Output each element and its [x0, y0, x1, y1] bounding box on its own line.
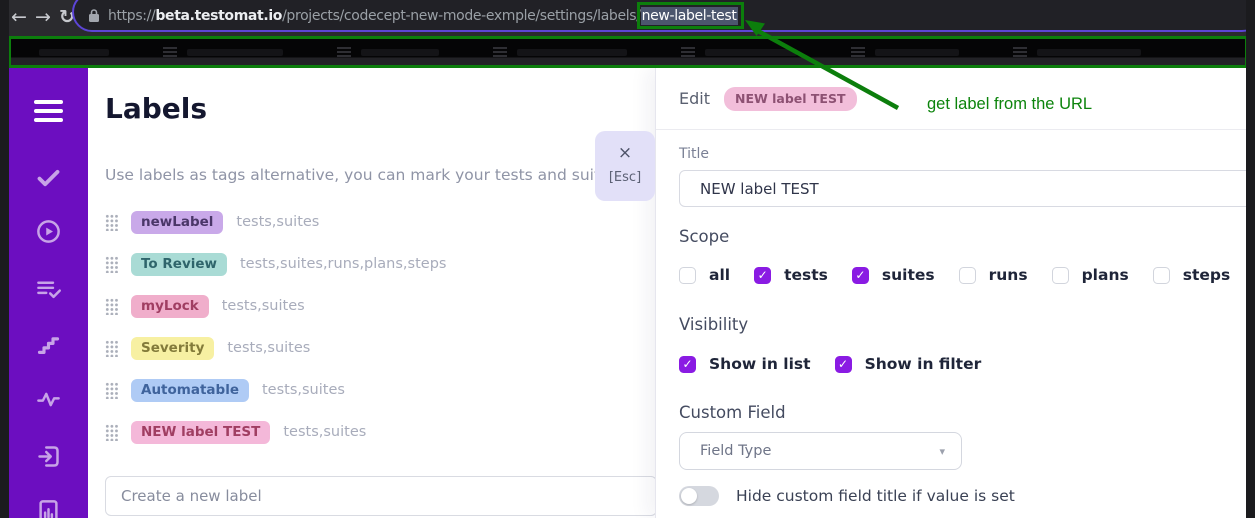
label-scope: tests,suites	[262, 382, 345, 398]
list-check-icon[interactable]	[35, 276, 62, 303]
visibility-checkbox-row: Show in list Show in filter	[679, 355, 981, 373]
checkbox-icon[interactable]	[835, 356, 852, 373]
label-list: newLabel tests,suites To Review tests,su…	[105, 210, 446, 462]
checkbox-label: all	[709, 266, 730, 284]
scope-checkbox-steps[interactable]: steps	[1153, 266, 1230, 284]
scope-section-label: Scope	[679, 227, 729, 246]
title-input[interactable]	[679, 170, 1254, 207]
label-row: To Review tests,suites,runs,plans,steps	[105, 252, 446, 276]
label-badge[interactable]: Automatable	[131, 379, 249, 402]
field-type-value: Field Type	[700, 443, 939, 459]
page-title: Labels	[105, 92, 207, 125]
label-badge[interactable]: newLabel	[131, 211, 223, 234]
checkbox-label: Show in filter	[865, 355, 982, 373]
label-row: Severity tests,suites	[105, 336, 446, 360]
url-separator: /	[636, 8, 640, 24]
url-scheme: https://	[108, 8, 155, 24]
checkbox-icon[interactable]	[679, 267, 696, 284]
app-sidebar	[8, 68, 88, 518]
label-row: myLock tests,suites	[105, 294, 446, 318]
play-circle-icon[interactable]	[35, 218, 62, 245]
label-row: Automatable tests,suites	[105, 378, 446, 402]
bar-chart-icon[interactable]	[35, 498, 62, 518]
label-scope: tests,suites,runs,plans,steps	[240, 256, 446, 272]
toggle-label: Hide custom field title if value is set	[736, 487, 1015, 505]
scope-checkbox-all[interactable]: all	[679, 266, 730, 284]
create-label-input[interactable]	[105, 476, 657, 516]
label-badge[interactable]: myLock	[131, 295, 209, 318]
label-scope: tests,suites	[227, 340, 310, 356]
label-badge[interactable]: Severity	[131, 337, 214, 360]
scope-checkbox-runs[interactable]: runs	[959, 266, 1028, 284]
browser-toolbar: ← → ↻ https://beta.testomat.io/projects/…	[0, 0, 1255, 36]
menu-icon[interactable]	[34, 100, 63, 127]
drag-handle-icon[interactable]	[105, 382, 118, 399]
check-icon[interactable]	[35, 164, 62, 191]
checkbox-icon[interactable]	[1153, 267, 1170, 284]
panel-heading: Edit	[679, 89, 710, 108]
scope-checkbox-suites[interactable]: suites	[852, 266, 935, 284]
visibility-section-label: Visibility	[679, 315, 748, 334]
edit-label-badge: NEW label TEST	[724, 87, 857, 111]
chevron-down-icon: ▾	[939, 445, 945, 458]
forward-icon[interactable]: →	[30, 4, 56, 30]
checkbox-label: tests	[784, 266, 828, 284]
drag-handle-icon[interactable]	[105, 298, 118, 315]
window-edge-right	[1246, 0, 1255, 518]
drag-handle-icon[interactable]	[105, 424, 118, 441]
lock-icon	[88, 8, 100, 23]
back-icon[interactable]: ←	[6, 4, 32, 30]
labels-page: Labels Use labels as tags alternative, y…	[88, 68, 655, 518]
close-drawer-button[interactable]: × [Esc]	[595, 131, 655, 201]
checkbox-label: steps	[1183, 266, 1230, 284]
checkbox-icon[interactable]	[852, 267, 869, 284]
label-scope: tests,suites	[283, 424, 366, 440]
checkbox-icon[interactable]	[1052, 267, 1069, 284]
scope-checkbox-tests[interactable]: tests	[754, 266, 828, 284]
scope-checkbox-row: all tests suites runs plans steps	[679, 266, 1230, 284]
label-row: NEW label TEST tests,suites	[105, 420, 446, 444]
hide-title-toggle[interactable]	[679, 486, 719, 506]
close-icon: ×	[595, 145, 655, 162]
url-path: /projects/codecept-new-mode-exmple/setti…	[282, 8, 636, 24]
visibility-checkbox-show-in-filter[interactable]: Show in filter	[835, 355, 982, 373]
drag-handle-icon[interactable]	[105, 214, 118, 231]
url-text: https://beta.testomat.io/projects/codece…	[108, 8, 738, 24]
hide-title-toggle-row: Hide custom field title if value is set	[679, 486, 1015, 506]
checkbox-label: Show in list	[709, 355, 811, 373]
checkbox-label: plans	[1082, 266, 1129, 284]
esc-key-hint: [Esc]	[595, 170, 655, 185]
checkbox-label: runs	[989, 266, 1028, 284]
redacted-menu-bar	[8, 36, 1248, 68]
label-scope: tests,suites	[236, 214, 319, 230]
exit-icon[interactable]	[35, 443, 62, 470]
drag-handle-icon[interactable]	[105, 256, 118, 273]
pulse-icon[interactable]	[35, 386, 62, 413]
checkbox-icon[interactable]	[679, 356, 696, 373]
custom-field-section-label: Custom Field	[679, 403, 786, 422]
label-scope: tests,suites	[222, 298, 305, 314]
checkbox-label: suites	[882, 266, 935, 284]
label-badge[interactable]: NEW label TEST	[131, 421, 270, 444]
label-badge[interactable]: To Review	[131, 253, 227, 276]
url-bar[interactable]: https://beta.testomat.io/projects/codece…	[72, 0, 1255, 32]
url-domain: beta.testomat.io	[155, 8, 282, 24]
visibility-checkbox-show-in-list[interactable]: Show in list	[679, 355, 811, 373]
window-edge-left	[0, 0, 9, 518]
annotation-text: get label from the URL	[927, 95, 1092, 114]
edit-label-panel: Edit NEW label TEST Title Scope all test…	[655, 68, 1255, 518]
drag-handle-icon[interactable]	[105, 340, 118, 357]
url-selected-segment: new-label-test	[641, 7, 738, 25]
checkbox-icon[interactable]	[754, 267, 771, 284]
title-field-label: Title	[679, 146, 709, 162]
scope-checkbox-plans[interactable]: plans	[1052, 266, 1129, 284]
label-row: newLabel tests,suites	[105, 210, 446, 234]
field-type-select[interactable]: Field Type ▾	[679, 432, 962, 470]
checkbox-icon[interactable]	[959, 267, 976, 284]
stairs-icon[interactable]	[35, 331, 62, 358]
